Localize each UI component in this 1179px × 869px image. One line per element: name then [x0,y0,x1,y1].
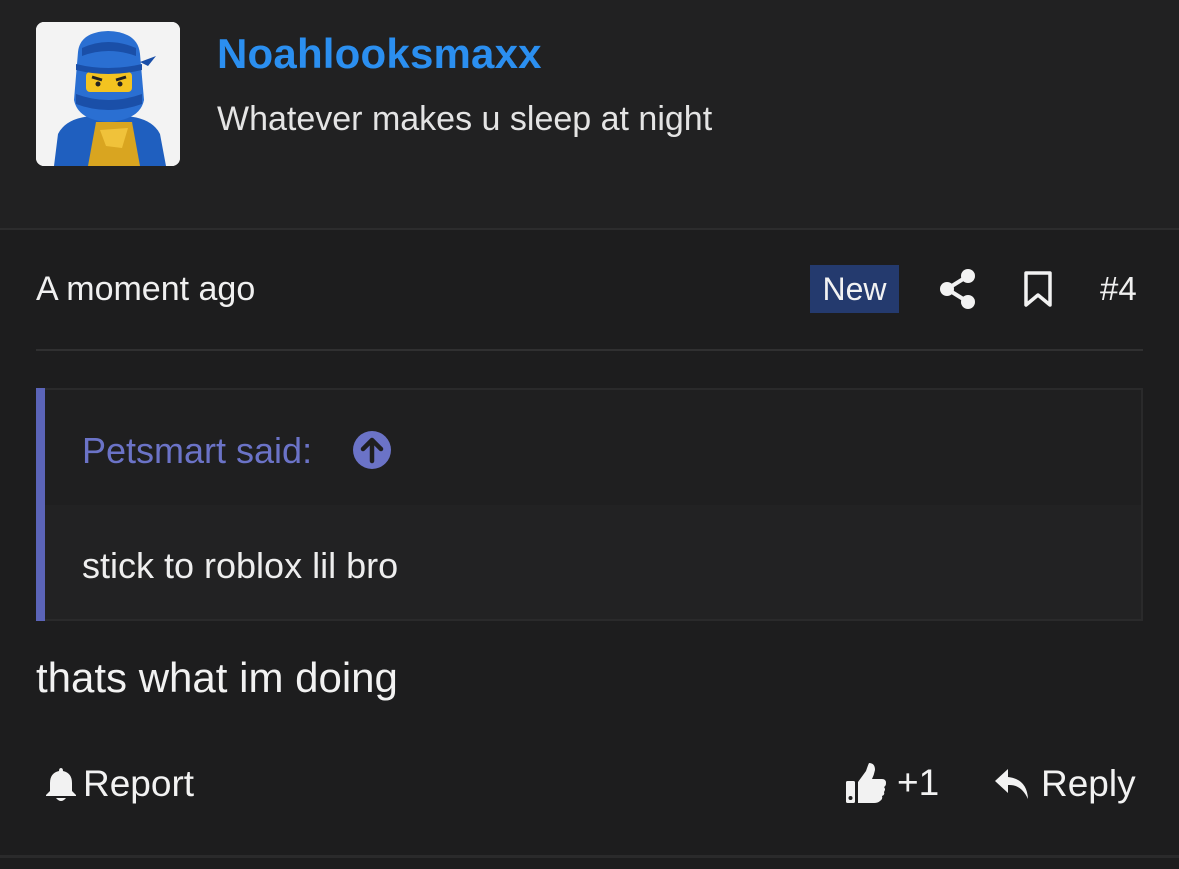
quote-text: stick to roblox lil bro [82,545,399,586]
new-badge: New [810,265,899,313]
like-button[interactable]: +1 [845,760,939,806]
lego-ninja-avatar-icon [36,22,180,166]
report-label: Report [83,763,195,804]
attribution-divider [36,349,1143,351]
report-button[interactable]: Report [45,762,194,806]
user-title: Whatever makes u sleep at night [217,100,713,138]
arrow-up-circle-icon[interactable] [352,430,392,470]
header-divider [0,228,1179,230]
bell-icon [46,768,76,801]
message-body: thats what im doing [36,654,398,701]
reply-label: Reply [1041,763,1136,804]
reply-button[interactable]: Reply [993,762,1136,806]
share-icon[interactable] [938,268,978,310]
thumbs-up-icon [846,763,886,803]
quote-accent-bar [36,388,45,621]
avatar[interactable] [36,22,180,166]
user-header: Noahlooksmaxx Whatever makes u sleep at … [0,0,1179,228]
reply-arrow-icon [995,769,1028,799]
username[interactable]: Noahlooksmaxx [217,30,542,78]
post-bottom-divider [0,855,1179,858]
like-label: +1 [897,762,940,803]
quote-author[interactable]: Petsmart said: [82,430,312,472]
forum-post: Noahlooksmaxx Whatever makes u sleep at … [0,0,1179,869]
post-number[interactable]: #4 [1100,270,1137,308]
bookmark-icon[interactable] [1022,270,1054,308]
post-timestamp[interactable]: A moment ago [36,270,255,309]
